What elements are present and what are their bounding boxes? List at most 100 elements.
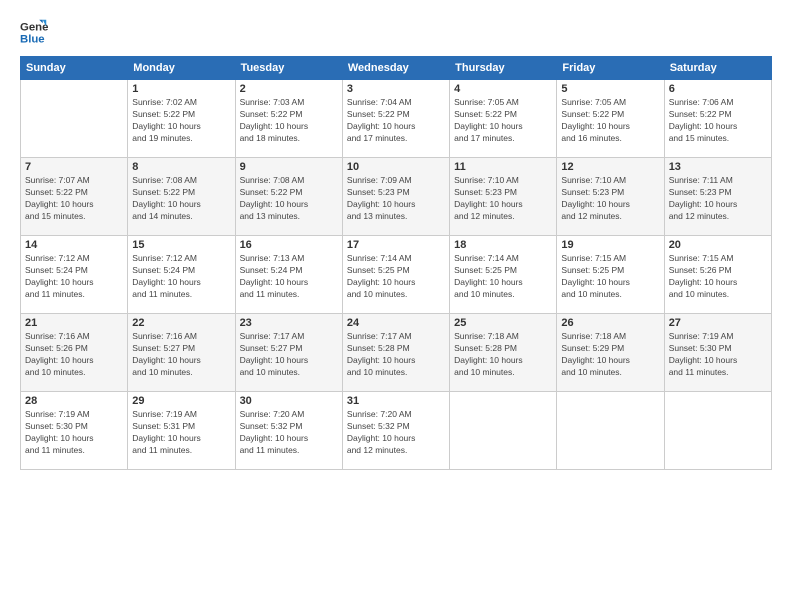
calendar-cell: 24 Sunrise: 7:17 AMSunset: 5:28 PMDayligh…	[342, 314, 449, 392]
day-number: 5	[561, 83, 659, 95]
week-row-3: 14 Sunrise: 7:12 AMSunset: 5:24 PMDayligh…	[21, 236, 772, 314]
day-info: Sunrise: 7:16 AMSunset: 5:26 PMDaylight:…	[25, 331, 123, 379]
day-number: 7	[25, 161, 123, 173]
calendar-cell	[21, 80, 128, 158]
day-number: 20	[669, 239, 767, 251]
day-number: 24	[347, 317, 445, 329]
day-number: 16	[240, 239, 338, 251]
calendar-cell: 26Sunrise: 7:18 AMSunset: 5:29 PMDayligh…	[557, 314, 664, 392]
calendar-cell: 5 Sunrise: 7:05 AMSunset: 5:22 PMDaylight…	[557, 80, 664, 158]
calendar-cell: 19 Sunrise: 7:15 AMSunset: 5:25 PMDayligh…	[557, 236, 664, 314]
calendar-cell: 6Sunrise: 7:06 AMSunset: 5:22 PMDaylight…	[664, 80, 771, 158]
calendar-cell: 27Sunrise: 7:19 AMSunset: 5:30 PMDayligh…	[664, 314, 771, 392]
day-info: Sunrise: 7:20 AMSunset: 5:32 PMDaylight:…	[240, 409, 338, 457]
day-number: 9	[240, 161, 338, 173]
calendar-cell: 20 Sunrise: 7:15 AMSunset: 5:26 PMDayligh…	[664, 236, 771, 314]
day-number: 15	[132, 239, 230, 251]
day-info: Sunrise: 7:14 AMSunset: 5:25 PMDaylight:…	[454, 253, 552, 301]
calendar-cell: 31Sunrise: 7:20 AMSunset: 5:32 PMDayligh…	[342, 392, 449, 470]
day-info: Sunrise: 7:13 AMSunset: 5:24 PMDaylight:…	[240, 253, 338, 301]
day-number: 25	[454, 317, 552, 329]
svg-text:General: General	[20, 21, 48, 33]
day-info: Sunrise: 7:12 AMSunset: 5:24 PMDaylight:…	[25, 253, 123, 301]
day-info: Sunrise: 7:09 AMSunset: 5:23 PMDaylight:…	[347, 175, 445, 223]
day-info: Sunrise: 7:11 AMSunset: 5:23 PMDaylight:…	[669, 175, 767, 223]
day-number: 14	[25, 239, 123, 251]
weekday-header-friday: Friday	[557, 57, 664, 80]
weekday-header-wednesday: Wednesday	[342, 57, 449, 80]
day-info: Sunrise: 7:14 AMSunset: 5:25 PMDaylight:…	[347, 253, 445, 301]
calendar-cell: 13 Sunrise: 7:11 AMSunset: 5:23 PMDayligh…	[664, 158, 771, 236]
day-number: 21	[25, 317, 123, 329]
calendar-cell	[557, 392, 664, 470]
day-info: Sunrise: 7:10 AMSunset: 5:23 PMDaylight:…	[561, 175, 659, 223]
weekday-header-thursday: Thursday	[450, 57, 557, 80]
day-number: 27	[669, 317, 767, 329]
day-info: Sunrise: 7:10 AMSunset: 5:23 PMDaylight:…	[454, 175, 552, 223]
week-row-5: 28 Sunrise: 7:19 AMSunset: 5:30 PMDayligh…	[21, 392, 772, 470]
day-number: 30	[240, 395, 338, 407]
weekday-header-saturday: Saturday	[664, 57, 771, 80]
day-number: 31	[347, 395, 445, 407]
week-row-1: 1Sunrise: 7:02 AMSunset: 5:22 PMDaylight…	[21, 80, 772, 158]
day-number: 19	[561, 239, 659, 251]
day-info: Sunrise: 7:18 AMSunset: 5:28 PMDaylight:…	[454, 331, 552, 379]
weekday-header-tuesday: Tuesday	[235, 57, 342, 80]
week-row-4: 21 Sunrise: 7:16 AMSunset: 5:26 PMDayligh…	[21, 314, 772, 392]
day-number: 11	[454, 161, 552, 173]
day-info: Sunrise: 7:15 AMSunset: 5:25 PMDaylight:…	[561, 253, 659, 301]
day-number: 23	[240, 317, 338, 329]
day-number: 2	[240, 83, 338, 95]
calendar-cell: 4Sunrise: 7:05 AMSunset: 5:22 PMDaylight…	[450, 80, 557, 158]
calendar-cell: 7 Sunrise: 7:07 AMSunset: 5:22 PMDaylight…	[21, 158, 128, 236]
day-info: Sunrise: 7:17 AMSunset: 5:28 PMDaylight:…	[347, 331, 445, 379]
day-info: Sunrise: 7:03 AMSunset: 5:22 PMDaylight:…	[240, 97, 338, 145]
calendar-page: General Blue SundayMondayTuesdayWednesda…	[0, 0, 792, 612]
calendar-cell: 23 Sunrise: 7:17 AMSunset: 5:27 PMDayligh…	[235, 314, 342, 392]
logo-icon: General Blue	[20, 18, 48, 46]
day-number: 8	[132, 161, 230, 173]
calendar-cell: 8Sunrise: 7:08 AMSunset: 5:22 PMDaylight…	[128, 158, 235, 236]
calendar-cell	[450, 392, 557, 470]
day-number: 29	[132, 395, 230, 407]
logo: General Blue	[20, 18, 52, 46]
calendar-cell: 11 Sunrise: 7:10 AMSunset: 5:23 PMDayligh…	[450, 158, 557, 236]
day-info: Sunrise: 7:05 AMSunset: 5:22 PMDaylight:…	[561, 97, 659, 145]
calendar-cell: 22 Sunrise: 7:16 AMSunset: 5:27 PMDayligh…	[128, 314, 235, 392]
calendar-cell: 12 Sunrise: 7:10 AMSunset: 5:23 PMDayligh…	[557, 158, 664, 236]
day-number: 17	[347, 239, 445, 251]
day-number: 22	[132, 317, 230, 329]
week-row-2: 7 Sunrise: 7:07 AMSunset: 5:22 PMDaylight…	[21, 158, 772, 236]
calendar-cell: 17 Sunrise: 7:14 AMSunset: 5:25 PMDayligh…	[342, 236, 449, 314]
calendar-cell: 15 Sunrise: 7:12 AMSunset: 5:24 PMDayligh…	[128, 236, 235, 314]
svg-text:Blue: Blue	[20, 34, 45, 46]
day-info: Sunrise: 7:17 AMSunset: 5:27 PMDaylight:…	[240, 331, 338, 379]
calendar-cell: 25 Sunrise: 7:18 AMSunset: 5:28 PMDayligh…	[450, 314, 557, 392]
calendar-cell: 9 Sunrise: 7:08 AMSunset: 5:22 PMDaylight…	[235, 158, 342, 236]
day-number: 6	[669, 83, 767, 95]
day-info: Sunrise: 7:19 AMSunset: 5:30 PMDaylight:…	[25, 409, 123, 457]
day-number: 18	[454, 239, 552, 251]
day-info: Sunrise: 7:08 AMSunset: 5:22 PMDaylight:…	[240, 175, 338, 223]
calendar-cell: 29Sunrise: 7:19 AMSunset: 5:31 PMDayligh…	[128, 392, 235, 470]
day-number: 28	[25, 395, 123, 407]
calendar-cell: 10 Sunrise: 7:09 AMSunset: 5:23 PMDayligh…	[342, 158, 449, 236]
day-info: Sunrise: 7:18 AMSunset: 5:29 PMDaylight:…	[561, 331, 659, 379]
weekday-header-sunday: Sunday	[21, 57, 128, 80]
day-info: Sunrise: 7:12 AMSunset: 5:24 PMDaylight:…	[132, 253, 230, 301]
calendar-cell: 21 Sunrise: 7:16 AMSunset: 5:26 PMDayligh…	[21, 314, 128, 392]
calendar-cell	[664, 392, 771, 470]
calendar-cell: 16 Sunrise: 7:13 AMSunset: 5:24 PMDayligh…	[235, 236, 342, 314]
calendar-cell: 3Sunrise: 7:04 AMSunset: 5:22 PMDaylight…	[342, 80, 449, 158]
calendar-cell: 1Sunrise: 7:02 AMSunset: 5:22 PMDaylight…	[128, 80, 235, 158]
day-info: Sunrise: 7:04 AMSunset: 5:22 PMDaylight:…	[347, 97, 445, 145]
weekday-header-monday: Monday	[128, 57, 235, 80]
day-info: Sunrise: 7:07 AMSunset: 5:22 PMDaylight:…	[25, 175, 123, 223]
day-number: 13	[669, 161, 767, 173]
day-number: 1	[132, 83, 230, 95]
day-number: 4	[454, 83, 552, 95]
day-number: 12	[561, 161, 659, 173]
day-info: Sunrise: 7:15 AMSunset: 5:26 PMDaylight:…	[669, 253, 767, 301]
day-number: 10	[347, 161, 445, 173]
day-info: Sunrise: 7:16 AMSunset: 5:27 PMDaylight:…	[132, 331, 230, 379]
